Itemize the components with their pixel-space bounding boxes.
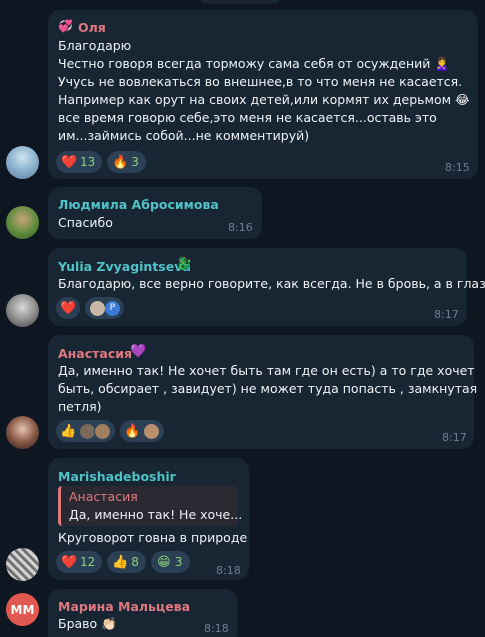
author-emoji: 💞 [58,19,73,33]
reaction-heart[interactable]: ❤️ 12 [56,551,103,573]
message-time: 8:15 [445,161,470,174]
reactions: ❤️ 12 👍 8 😁 3 [56,551,190,573]
message-text-line: Браво 👏🏻 [58,616,117,631]
fire-icon: 🔥 [112,154,129,170]
reaction-fire[interactable]: 🔥 [120,420,164,442]
message-text-line: им...займись собой...не комментируй) [58,128,310,143]
reaction-count: 8 [131,555,139,569]
message-bubble[interactable]: Анастасия 💜 Да, именно так! Не хочет быт… [48,335,478,449]
reactions: 👍 🔥 [56,420,164,442]
message-text-line: Да, именно так! Не хочет быть там где он… [58,363,475,378]
quote-text: Да, именно так! Не хоче... [69,507,243,522]
message-time: 8:18 [204,622,229,635]
message-bubble[interactable]: Людмила Абросимова Спасибо 8:16 [48,187,262,239]
heart-icon: ❤️ [60,300,77,316]
message-text-line: Спасибо [58,215,113,230]
heart-icon: ❤️ [61,154,78,170]
message-text-line: Круговорот говна в природе [58,530,248,545]
avatar[interactable] [6,206,39,239]
reaction-fire[interactable]: 🔥 3 [107,151,146,173]
reaction-count: 13 [80,155,96,169]
message-text-line: Благодарю, все верно говорите, как всегд… [58,276,485,291]
author-name[interactable]: Людмила Абросимова [58,197,219,212]
fire-icon: 🔥 [124,423,141,439]
message-text-line: Например как орут на своих детей,или кор… [58,92,470,107]
message-time: 8:17 [434,308,459,321]
quote-author: Анастасия [69,489,138,504]
author-name[interactable]: Yulia Zvyagintseva [58,259,191,274]
reply-quote[interactable]: Анастасия Да, именно так! Не хоче... [58,486,242,526]
reaction-avatars[interactable]: P [85,297,124,319]
previous-message-bubble[interactable] [200,0,280,4]
avatar-badge: P [105,300,120,316]
avatar[interactable]: ММ [6,593,39,626]
message-time: 8:18 [216,564,241,577]
message-bubble[interactable]: Yulia Zvyagintseva 🐉 Благодарю, все верн… [48,248,485,326]
reaction-heart[interactable]: ❤️ 13 [56,151,103,173]
message-bubble[interactable]: Марина Мальцева Браво 👏🏻 8:18 [48,589,237,637]
reaction-grin[interactable]: 😁 3 [150,551,190,573]
avatar[interactable] [6,416,39,449]
reaction-count: 12 [80,555,96,569]
message-bubble[interactable]: Marishadeboshir Анастасия Да, именно так… [48,458,249,580]
reaction-count: 3 [174,555,183,569]
message-text-line: все время говорю себе,это меня не касает… [58,110,437,125]
reactions: ❤️ P [56,297,124,319]
message-time: 8:17 [442,431,467,444]
avatar [94,422,111,440]
message-bubble[interactable]: 💞 Оля Благодарю Честно говоря всегда тор… [48,10,478,179]
heart-icon: 💜 [130,344,147,359]
avatar [89,299,106,317]
avatar [143,422,160,440]
author-name[interactable]: Marishadeboshir [58,469,176,484]
author-name[interactable]: Марина Мальцева [58,599,190,614]
avatar-initials: ММ [10,602,35,617]
grin-icon: 😁 [157,554,171,570]
reaction-thumbs-up[interactable]: 👍 8 [107,551,146,573]
reaction-thumbs-up[interactable]: 👍 [56,420,115,442]
message-text-line: Учусь не вовлекаться во внешнее,в то что… [58,74,463,89]
heart-icon: ❤️ [61,554,78,570]
reaction-heart[interactable]: ❤️ [56,297,80,319]
thumbs-up-icon: 👍 [60,423,77,439]
author-name[interactable]: Оля [78,20,106,35]
message-text-line: петля) [58,399,102,414]
avatar[interactable] [6,294,39,327]
reaction-count: 3 [131,155,139,169]
thumbs-up-icon: 👍 [112,554,129,570]
message-text-line: Благодарю [58,38,132,53]
message-text-line: Честно говоря всегда торможу сама себя о… [58,56,450,71]
chat-history[interactable]: 💞 Оля Благодарю Честно говоря всегда тор… [0,0,485,637]
message-time: 8:16 [228,221,253,234]
dragon-icon: 🐉 [176,257,193,272]
avatar[interactable] [6,146,39,179]
avatar[interactable] [6,548,39,581]
message-text-line: быть, обсирает , завидует) не может туда… [58,381,478,396]
reactions: ❤️ 13 🔥 3 [56,151,146,173]
author-name[interactable]: Анастасия [58,346,132,361]
